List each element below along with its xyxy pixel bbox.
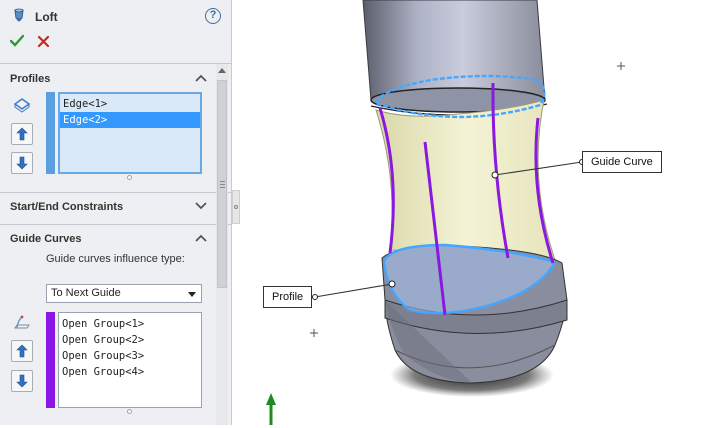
scroll-up-arrow-icon[interactable] [218, 68, 226, 73]
arrow-down-icon [16, 156, 28, 170]
guide-curve-callout[interactable]: Guide Curve [582, 151, 662, 173]
arrow-down-icon [16, 374, 28, 388]
move-up-button[interactable] [11, 123, 33, 145]
list-item[interactable]: Open Group<3> [59, 348, 201, 364]
start-end-constraints-title[interactable]: Start/End Constraints [10, 201, 123, 213]
chevron-up-icon[interactable] [195, 234, 207, 242]
property-manager-title: Loft [35, 10, 58, 24]
guide-curves-color-bar [46, 312, 55, 408]
guide-curves-section-title[interactable]: Guide Curves [10, 233, 82, 245]
guide-curve-selection-icon [14, 315, 30, 329]
list-item[interactable]: Edge<1> [60, 96, 200, 112]
list-item[interactable]: Open Group<4> [59, 364, 201, 380]
profiles-list[interactable]: Edge<1> Edge<2> [58, 92, 202, 174]
list-resize-grip[interactable] [127, 175, 132, 180]
profile-selection-icon [13, 98, 31, 113]
list-item[interactable]: Open Group<2> [59, 332, 201, 348]
list-resize-grip[interactable] [127, 409, 132, 414]
guide-influence-dropdown[interactable]: To Next Guide [46, 284, 202, 303]
move-down-button[interactable] [11, 370, 33, 392]
list-item[interactable]: Open Group<1> [59, 316, 201, 332]
help-button[interactable]: ? [205, 8, 221, 24]
loft-icon [14, 8, 24, 22]
loft-surface[interactable] [375, 99, 556, 268]
panel-splitter[interactable] [232, 190, 240, 224]
header-divider [0, 63, 232, 64]
origin-plus-icon [617, 62, 625, 70]
list-item[interactable]: Edge<2> [60, 112, 200, 128]
ok-button[interactable] [10, 34, 24, 48]
graphics-viewport[interactable]: Guide Curve Profile [240, 0, 703, 425]
chevron-down-icon[interactable] [195, 202, 207, 210]
guide-curves-list[interactable]: Open Group<1> Open Group<2> Open Group<3… [58, 312, 202, 408]
profiles-section-title[interactable]: Profiles [10, 73, 50, 85]
property-manager-header: Loft ? [0, 0, 232, 62]
guide-influence-value: To Next Guide [51, 287, 121, 299]
cancel-button[interactable] [37, 35, 50, 48]
property-manager-panel: Loft ? Profiles Edge<1> Edge<2> Start/En… [0, 0, 232, 425]
guide-influence-label: Guide curves influence type: [46, 253, 185, 265]
profile-callout[interactable]: Profile [263, 286, 313, 308]
arrow-up-icon [16, 127, 28, 141]
origin-plus-icon [310, 329, 318, 337]
arrow-up-icon [16, 344, 28, 358]
chevron-up-icon[interactable] [195, 74, 207, 82]
profiles-color-bar [46, 92, 55, 174]
scrollbar-thumb[interactable] [217, 80, 227, 288]
move-down-button[interactable] [11, 152, 33, 174]
loft-model-view[interactable] [240, 0, 703, 425]
dropdown-arrow-icon [188, 292, 196, 297]
section-divider [0, 192, 232, 193]
section-divider [0, 224, 232, 225]
view-triad-icon [266, 393, 276, 425]
move-up-button[interactable] [11, 340, 33, 362]
